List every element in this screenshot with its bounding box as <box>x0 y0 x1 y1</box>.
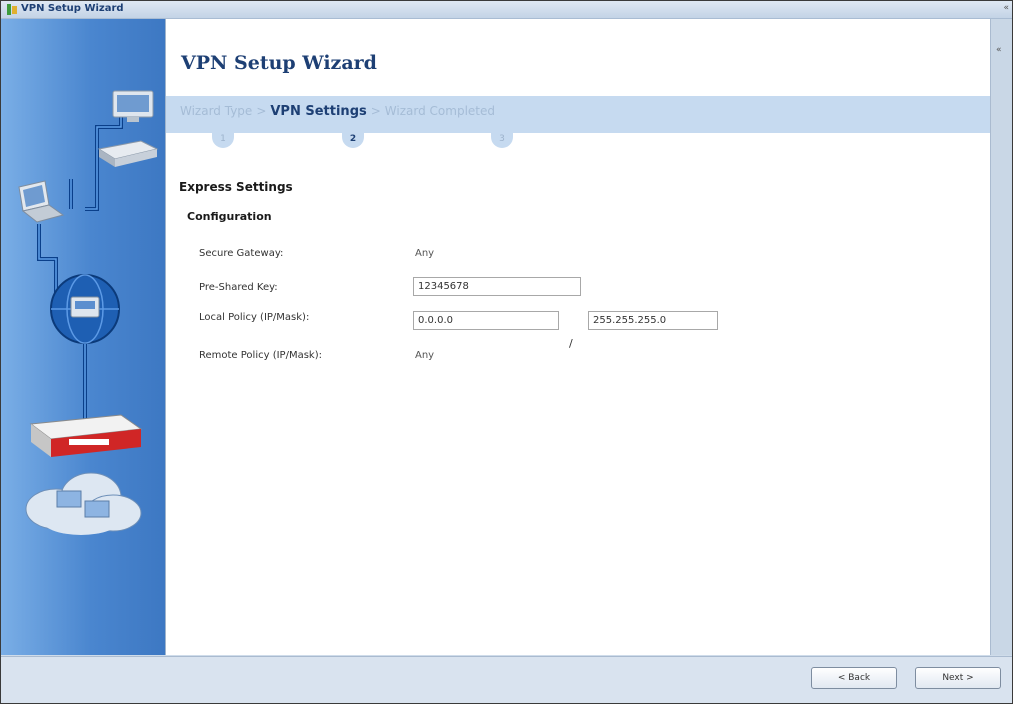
desktop-computer-icon <box>112 90 154 122</box>
title-bar: VPN Setup Wizard « <box>1 1 1012 19</box>
secure-gateway-label: Secure Gateway: <box>199 248 284 259</box>
globe-icon <box>50 274 120 344</box>
step-3-number: 3 <box>491 133 513 148</box>
step-vpn-settings: VPN Settings <box>270 104 367 119</box>
configuration-title: Configuration <box>187 210 272 223</box>
step-wizard-completed: Wizard Completed <box>384 104 495 118</box>
wizard-illustration-panel <box>1 19 165 655</box>
ip-mask-separator: / <box>569 337 573 350</box>
next-button[interactable]: Next > <box>915 667 1001 689</box>
express-settings-title: Express Settings <box>179 180 293 194</box>
wizard-progress-bar: Wizard Type > VPN Settings > Wizard Complete… <box>166 96 990 133</box>
remote-policy-value: Any <box>415 350 435 361</box>
window-title: VPN Setup Wizard <box>21 3 124 14</box>
switch-icon <box>97 140 159 167</box>
secure-gateway-value: Any <box>415 248 435 259</box>
cloud-network-icon <box>25 472 142 535</box>
collapse-icon[interactable]: « <box>996 45 1002 55</box>
wizard-window: VPN Setup Wizard « VPN Setup Wizard Wiza… <box>0 0 1013 704</box>
step-separator: > <box>256 104 267 118</box>
wizard-content: VPN Setup Wizard Wizard Type > VPN Setting… <box>165 19 990 655</box>
wizard-icon <box>7 4 17 15</box>
pre-shared-key-label: Pre-Shared Key: <box>199 282 278 293</box>
wizard-footer: < Back Next > <box>1 656 1012 703</box>
local-policy-mask-input[interactable] <box>588 311 718 330</box>
step-wizard-type: Wizard Type <box>180 104 253 118</box>
local-policy-ip-input[interactable] <box>413 311 559 330</box>
pre-shared-key-input[interactable] <box>413 277 581 296</box>
side-strip: « <box>990 19 1012 655</box>
remote-policy-label: Remote Policy (IP/Mask): <box>199 350 322 361</box>
laptop-icon <box>18 180 65 223</box>
wizard-heading: VPN Setup Wizard <box>181 52 377 74</box>
router-appliance-icon <box>29 414 143 457</box>
back-button[interactable]: < Back <box>811 667 897 689</box>
step-2-number: 2 <box>342 133 364 148</box>
local-policy-label: Local Policy (IP/Mask): <box>199 312 310 323</box>
step-separator: > <box>370 104 381 118</box>
step-1-number: 1 <box>212 133 234 148</box>
minimize-icon[interactable]: « <box>1003 3 1009 13</box>
